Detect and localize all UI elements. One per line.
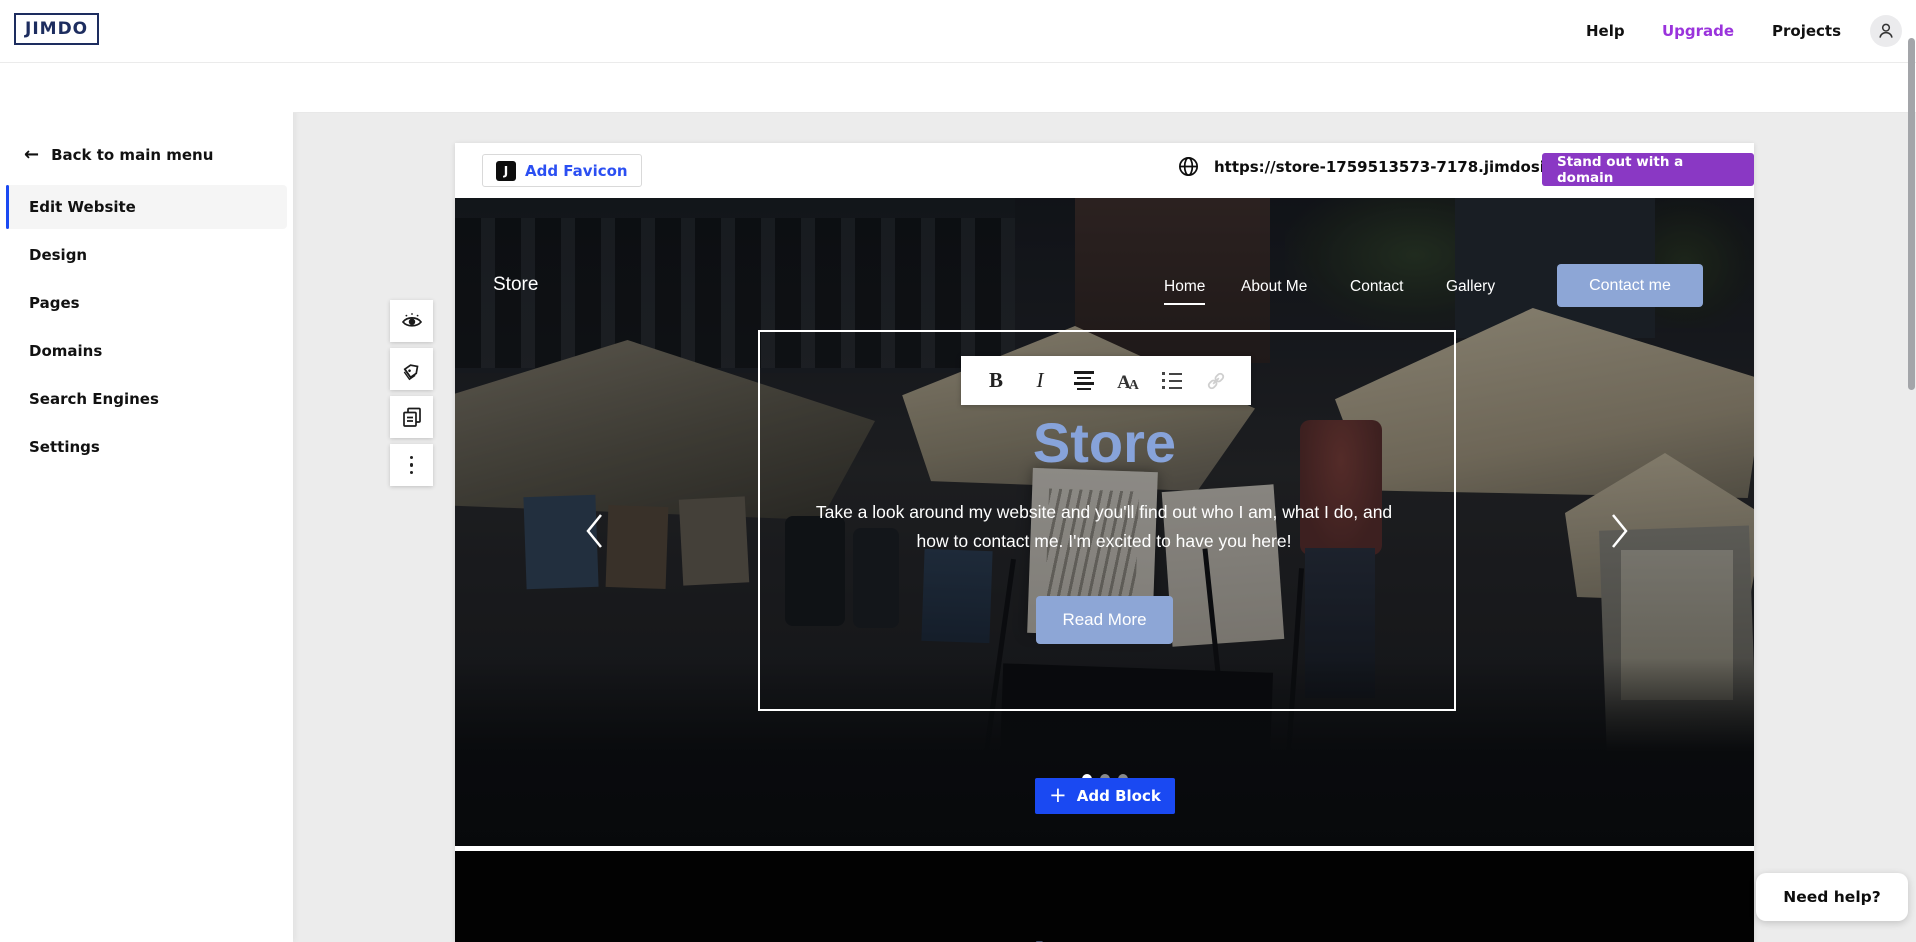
site-brand[interactable]: Store: [493, 274, 538, 296]
carousel-next-icon[interactable]: [1607, 511, 1633, 551]
add-favicon-label: Add Favicon: [525, 162, 628, 180]
favicon-placeholder-icon: J: [496, 161, 516, 181]
editor-toolbar: [293, 62, 1916, 113]
person-icon: [1876, 21, 1896, 41]
tags-icon: [400, 357, 424, 381]
block-more-button[interactable]: [390, 444, 433, 486]
read-more-button[interactable]: Read More: [1036, 596, 1173, 644]
jimdo-editor: JIMDO Help Upgrade Projects Last saved a…: [0, 0, 1916, 942]
eye-icon: [400, 309, 424, 333]
align-center-icon[interactable]: [1071, 368, 1097, 394]
add-favicon-button[interactable]: J Add Favicon: [482, 154, 642, 187]
about-me-heading: About Me: [455, 932, 1754, 942]
bullet-list-icon[interactable]: [1159, 368, 1185, 394]
sidebar-item-design[interactable]: Design: [6, 233, 287, 277]
upgrade-link[interactable]: Upgrade: [1662, 0, 1742, 62]
jimdo-logo[interactable]: JIMDO: [14, 13, 99, 45]
hero-body-text[interactable]: Take a look around my website and you'll…: [804, 498, 1404, 556]
site-nav-gallery[interactable]: Gallery: [1446, 278, 1495, 296]
back-to-main-menu[interactable]: ← Back to main menu: [24, 144, 213, 165]
page-scrollbar[interactable]: [1908, 38, 1915, 390]
sidebar-item-settings[interactable]: Settings: [6, 425, 287, 469]
copy-icon: [400, 405, 424, 429]
italic-icon[interactable]: I: [1027, 368, 1053, 394]
text-format-toolbar: B I AA: [961, 356, 1251, 405]
site-nav-contact[interactable]: Contact: [1350, 278, 1403, 296]
kebab-icon: [410, 456, 414, 475]
hero-block[interactable]: Store Home About Me Contact Gallery Cont…: [455, 198, 1754, 846]
canvas-top-bar: J Add Favicon https://store-1759513573-7…: [455, 143, 1754, 198]
carousel-prev-icon[interactable]: [581, 511, 607, 551]
plus-icon: +: [1049, 783, 1067, 807]
back-arrow-icon: ←: [24, 144, 39, 165]
contact-me-button[interactable]: Contact me: [1557, 264, 1703, 307]
duplicate-button[interactable]: [390, 396, 433, 438]
hero-title[interactable]: Store: [455, 410, 1754, 475]
bold-icon[interactable]: B: [983, 368, 1009, 394]
globe-icon: [1177, 155, 1200, 178]
app-header: JIMDO Help Upgrade Projects: [0, 0, 1916, 63]
about-me-section[interactable]: About Me: [455, 851, 1754, 942]
site-nav-about-me[interactable]: About Me: [1241, 278, 1307, 296]
sidebar: ← Back to main menu WEBSITE BUILDER Edit…: [0, 62, 293, 942]
site-nav-home[interactable]: Home: [1164, 278, 1205, 305]
need-help-button[interactable]: Need help?: [1756, 873, 1908, 921]
domain-cta-button[interactable]: Stand out with a domain: [1542, 153, 1754, 186]
style-button[interactable]: [390, 348, 433, 390]
sidebar-item-pages[interactable]: Pages: [6, 281, 287, 325]
link-icon[interactable]: [1203, 368, 1229, 394]
projects-link[interactable]: Projects: [1772, 0, 1852, 62]
visibility-button[interactable]: [390, 300, 433, 342]
back-label: Back to main menu: [51, 146, 213, 164]
add-block-label: Add Block: [1077, 787, 1161, 805]
sidebar-item-domains[interactable]: Domains: [6, 329, 287, 373]
site-url-row: https://store-1759513573-7178.jimdosite.…: [1177, 155, 1603, 178]
font-style-icon[interactable]: AA: [1115, 368, 1141, 394]
sidebar-item-search-engines[interactable]: Search Engines: [6, 377, 287, 421]
website-canvas: J Add Favicon https://store-1759513573-7…: [455, 143, 1754, 942]
add-block-button[interactable]: + Add Block: [1035, 778, 1175, 814]
help-link[interactable]: Help: [1586, 0, 1630, 62]
account-avatar[interactable]: [1870, 15, 1902, 47]
sidebar-item-edit-website[interactable]: Edit Website: [6, 185, 287, 229]
